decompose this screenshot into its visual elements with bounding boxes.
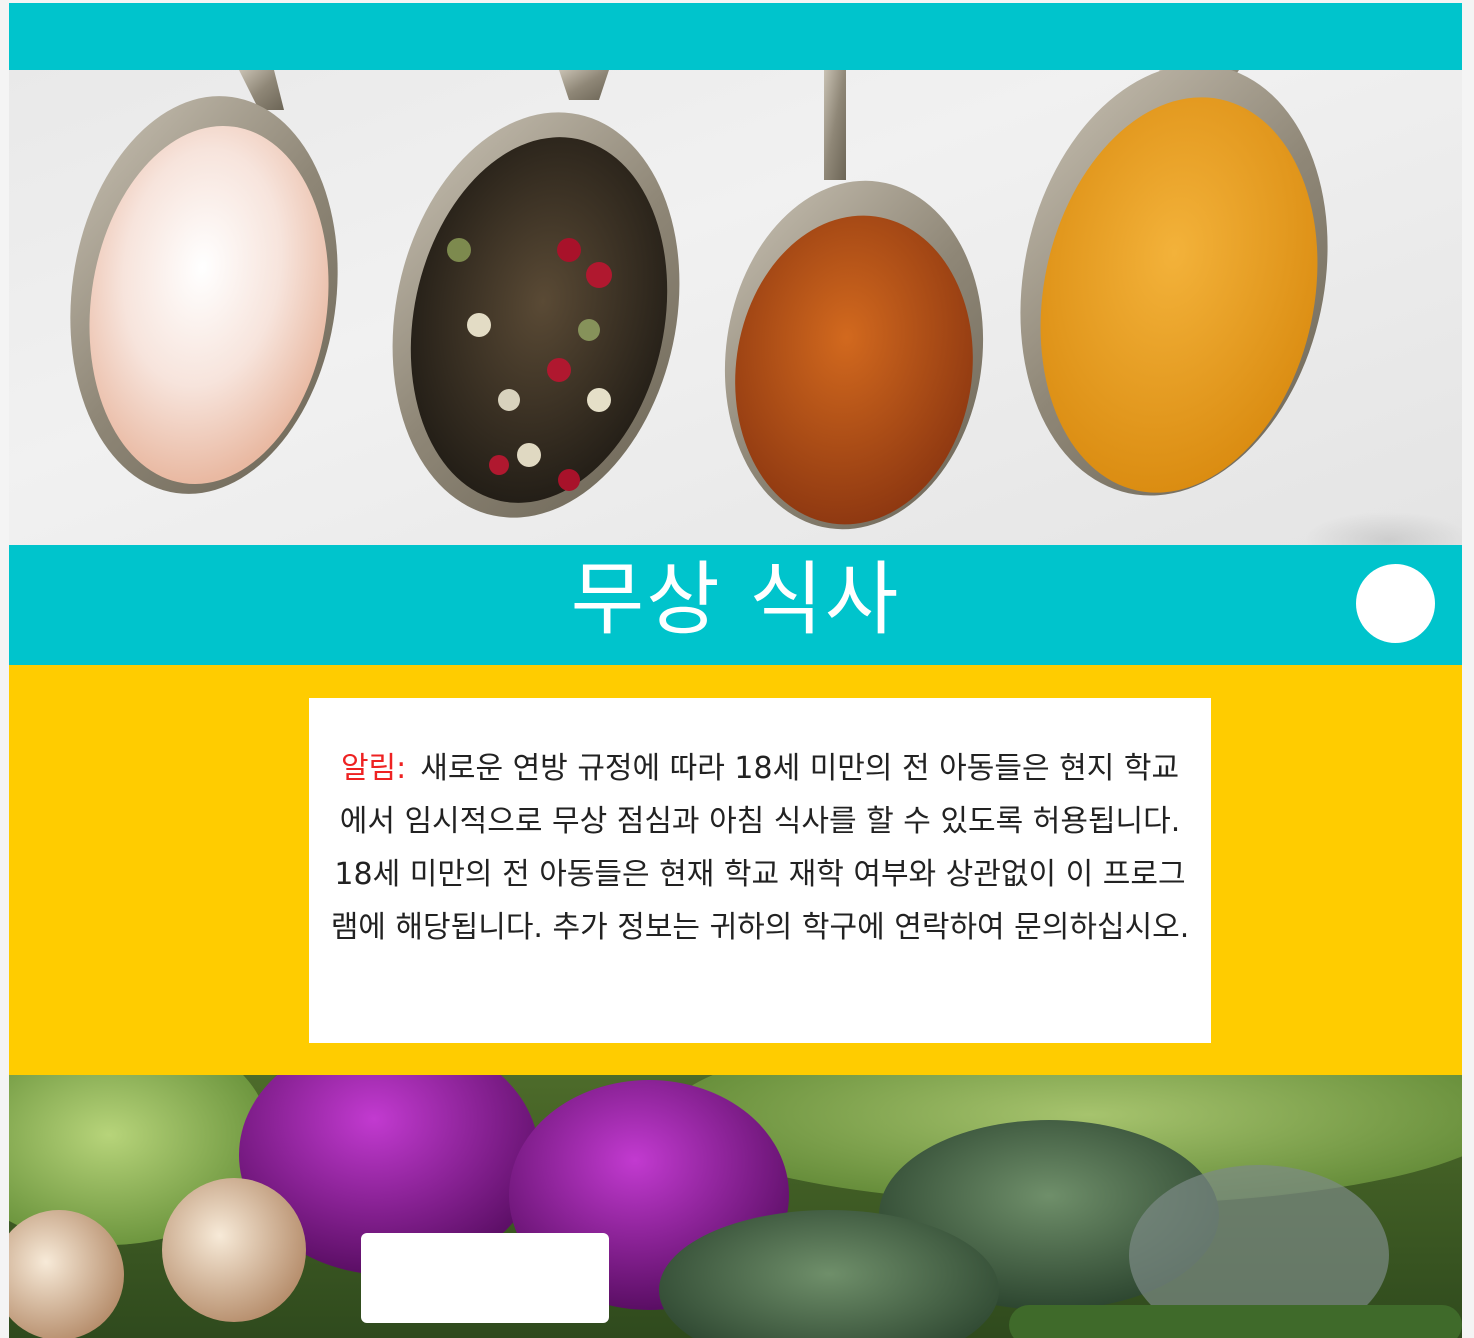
- page-title: 무상 식사: [570, 553, 901, 646]
- vegetables-photo: [9, 1075, 1462, 1338]
- notice-paragraph: 알림: 새로운 연방 규정에 따라 18세 미만의 전 아동들은 현지 학교에서 …: [329, 742, 1191, 954]
- spices-illustration: [70, 70, 1328, 530]
- notice-section: 알림: 새로운 연방 규정에 따라 18세 미만의 전 아동들은 현지 학교에서 …: [9, 665, 1462, 1075]
- notice-card: 알림: 새로운 연방 규정에 따라 18세 미만의 전 아동들은 현지 학교에서 …: [309, 698, 1211, 1043]
- top-color-bar: [9, 3, 1462, 70]
- notice-label: 알림:: [340, 751, 407, 786]
- spices-photo: [9, 70, 1462, 545]
- bottom-button[interactable]: [361, 1233, 609, 1323]
- flyer-page: 무상 식사 알림: 새로운 연방 규정에 따라 18세 미만의 전 아동들은 현지…: [9, 3, 1462, 1338]
- notice-body: 새로운 연방 규정에 따라 18세 미만의 전 아동들은 현지 학교에서 임시적…: [330, 751, 1190, 945]
- title-banner: 무상 식사: [9, 545, 1462, 665]
- spoon-handle: [559, 70, 609, 100]
- circle-button[interactable]: [1356, 564, 1435, 643]
- vegetables-illustration: [9, 1075, 1462, 1338]
- spoon-handle: [824, 70, 846, 180]
- turnip: [162, 1178, 306, 1322]
- zucchini: [1009, 1305, 1462, 1338]
